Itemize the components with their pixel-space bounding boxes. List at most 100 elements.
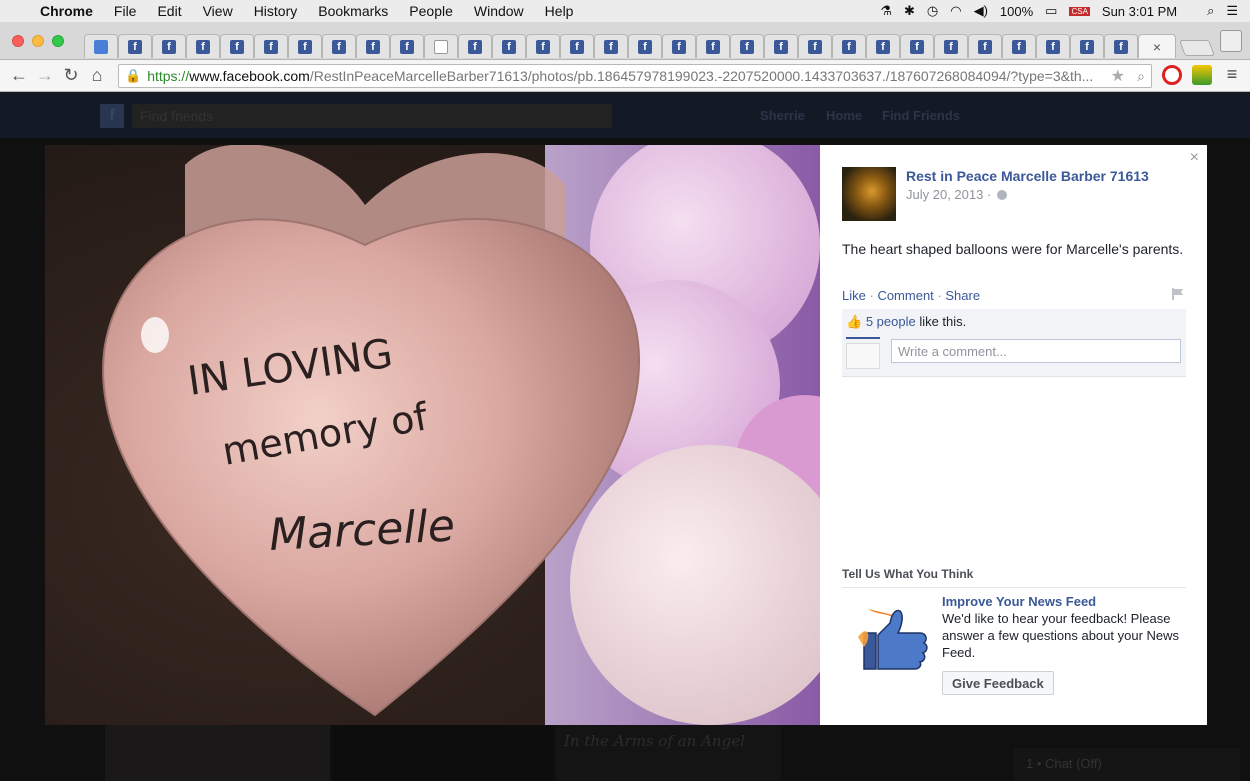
minimize-window-button[interactable] <box>32 35 44 47</box>
close-icon[interactable]: × <box>1190 149 1199 167</box>
browser-tab[interactable]: f <box>1002 34 1036 58</box>
new-tab-button[interactable] <box>1179 40 1215 56</box>
browser-tab[interactable]: f <box>118 34 152 58</box>
like-link[interactable]: Like <box>842 288 866 303</box>
browser-tab[interactable]: f <box>560 34 594 58</box>
post-date[interactable]: July 20, 2013 · <box>906 187 1007 202</box>
browser-tab[interactable]: f <box>526 34 560 58</box>
menu-window[interactable]: Window <box>474 3 524 19</box>
browser-tab[interactable]: f <box>1070 34 1104 58</box>
address-bar[interactable]: 🔒 https:// www.facebook.com /RestInPeace… <box>118 64 1152 88</box>
document-icon <box>434 39 448 54</box>
close-window-button[interactable] <box>12 35 24 47</box>
browser-tab[interactable]: f <box>390 34 424 58</box>
active-tab[interactable]: × <box>1138 34 1176 58</box>
browser-tab[interactable]: f <box>968 34 1002 58</box>
input-source-flag[interactable]: CSA <box>1069 6 1090 16</box>
browser-tab[interactable]: f <box>186 34 220 58</box>
opera-extension-icon[interactable] <box>1162 65 1182 85</box>
menu-bookmarks[interactable]: Bookmarks <box>318 3 388 19</box>
menu-help[interactable]: Help <box>545 3 574 19</box>
facebook-search[interactable]: Find friends <box>132 104 612 128</box>
browser-tab[interactable]: f <box>220 34 254 58</box>
back-icon[interactable]: ← <box>6 65 32 86</box>
chat-bar[interactable]: 1 • Chat (Off) <box>1014 748 1240 781</box>
post-caption: The heart shaped balloons were for Marce… <box>842 241 1184 257</box>
feedback-title-link[interactable]: Improve Your News Feed <box>942 594 1096 609</box>
bookmark-star-icon[interactable]: ★ <box>1111 66 1125 86</box>
menu-app-chrome[interactable]: Chrome <box>40 3 93 19</box>
browser-tab[interactable]: f <box>662 34 696 58</box>
give-feedback-button[interactable]: Give Feedback <box>942 671 1054 695</box>
background-thumbnail[interactable] <box>105 724 330 781</box>
page-name-link[interactable]: Rest in Peace Marcelle Barber 71613 <box>906 168 1149 184</box>
flask-icon[interactable]: ⚗ <box>880 3 892 19</box>
bluetooth-icon[interactable]: ✱ <box>904 3 915 19</box>
forward-icon[interactable]: → <box>32 65 58 86</box>
background-thumbnail[interactable] <box>333 724 553 781</box>
report-flag-icon[interactable] <box>1171 287 1185 301</box>
browser-tab[interactable]: f <box>288 34 322 58</box>
browser-tab[interactable]: f <box>628 34 662 58</box>
nav-find-friends[interactable]: Find Friends <box>882 108 960 123</box>
menu-people[interactable]: People <box>409 3 453 19</box>
volume-icon[interactable]: ◀) <box>974 3 988 19</box>
battery-icon[interactable]: ▭ <box>1045 3 1057 19</box>
wifi-icon[interactable]: ◠ <box>950 3 961 19</box>
browser-tab[interactable]: f <box>1104 34 1138 58</box>
nav-home[interactable]: Home <box>826 108 862 123</box>
post-date-text[interactable]: July 20, 2013 · <box>906 187 991 202</box>
menu-file[interactable]: File <box>114 3 137 19</box>
browser-tab[interactable]: f <box>934 34 968 58</box>
reload-icon[interactable]: ↻ <box>58 65 84 86</box>
browser-tab[interactable]: f <box>356 34 390 58</box>
browser-tab[interactable]: f <box>152 34 186 58</box>
notification-center-icon[interactable]: ☰ <box>1226 3 1238 19</box>
menu-history[interactable]: History <box>254 3 298 19</box>
facebook-logo[interactable]: f <box>100 104 124 128</box>
browser-tab[interactable]: f <box>798 34 832 58</box>
browser-tab[interactable]: f <box>900 34 934 58</box>
balloon-photo: IN LOVING memory of Marcelle <box>45 145 820 725</box>
time-machine-icon[interactable]: ◷ <box>927 3 938 19</box>
clock[interactable]: Sun 3:01 PM <box>1102 4 1177 19</box>
tab-strip: f f f f f f f f f f f f f f f f f f f f f f f f f f f f f × <box>0 22 1250 60</box>
browser-tab[interactable] <box>84 34 118 58</box>
lock-icon[interactable]: 🔒 <box>125 68 141 84</box>
menu-view[interactable]: View <box>203 3 233 19</box>
close-tab-icon[interactable]: × <box>1153 39 1161 55</box>
browser-tab[interactable]: f <box>832 34 866 58</box>
browser-tab[interactable] <box>424 34 458 58</box>
browser-tab[interactable]: f <box>458 34 492 58</box>
profile-icon[interactable] <box>1220 30 1242 52</box>
background-thumbnail[interactable]: In the Arms of an Angel <box>556 724 781 781</box>
browser-tab[interactable]: f <box>254 34 288 58</box>
browser-tab[interactable]: f <box>492 34 526 58</box>
browser-tab[interactable]: f <box>730 34 764 58</box>
browser-tab[interactable]: f <box>866 34 900 58</box>
browser-tab[interactable]: f <box>764 34 798 58</box>
nav-user[interactable]: Sherrie <box>760 108 805 123</box>
likes-count-link[interactable]: 5 people <box>866 314 916 329</box>
comment-input[interactable] <box>891 339 1181 363</box>
facebook-icon: f <box>128 39 142 54</box>
home-icon[interactable]: ⌂ <box>84 65 110 86</box>
zoom-icon[interactable]: ⌕ <box>1137 68 1145 85</box>
browser-tab[interactable]: f <box>322 34 356 58</box>
share-link[interactable]: Share <box>945 288 980 303</box>
spotlight-icon[interactable]: ⌕ <box>1207 3 1214 19</box>
url-path: /RestInPeaceMarcelleBarber71613/photos/p… <box>309 68 1094 84</box>
facebook-icon: f <box>774 39 788 54</box>
page-avatar[interactable] <box>842 167 896 221</box>
browser-tab[interactable]: f <box>696 34 730 58</box>
browser-tab[interactable]: f <box>594 34 628 58</box>
battery-percent[interactable]: 100% <box>1000 4 1033 19</box>
photo[interactable]: IN LOVING memory of Marcelle <box>45 145 820 725</box>
zoom-window-button[interactable] <box>52 35 64 47</box>
browser-tab[interactable]: f <box>1036 34 1070 58</box>
facebook-icon: f <box>842 39 856 54</box>
extension-icon[interactable] <box>1192 65 1212 85</box>
comment-link[interactable]: Comment <box>877 288 933 303</box>
chrome-menu-icon[interactable]: ≡ <box>1222 65 1242 85</box>
menu-edit[interactable]: Edit <box>157 3 181 19</box>
